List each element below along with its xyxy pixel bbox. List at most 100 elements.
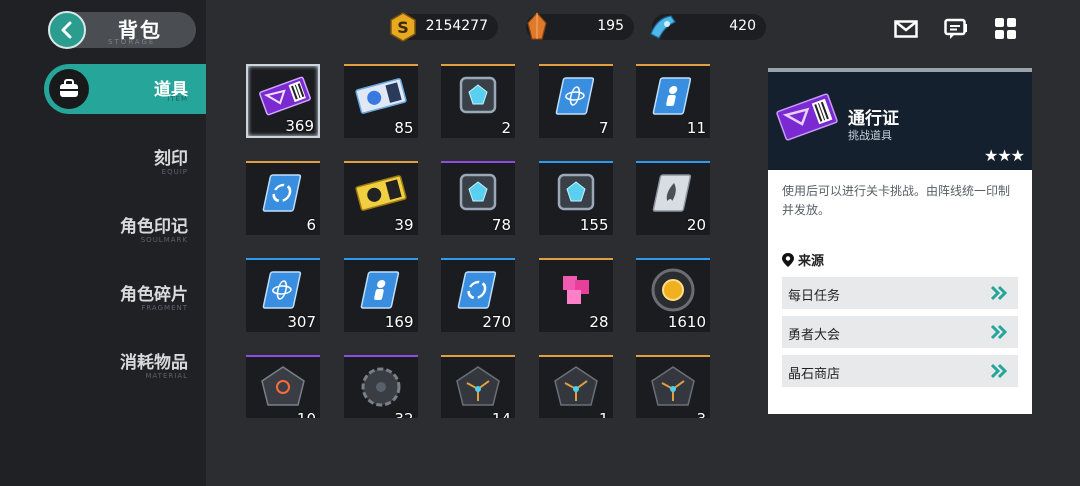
double-chevron-right-icon (990, 285, 1008, 301)
item-count: 307 (287, 313, 316, 331)
currency-blue-crystal[interactable]: 420 (650, 14, 766, 40)
item-slot[interactable]: 85 (343, 64, 418, 138)
header-bar: 背包 STORAGE (48, 11, 196, 49)
source-label: 勇者大会 (788, 328, 841, 343)
currency-orange-crystal[interactable]: 195 (526, 12, 634, 40)
gold-ticket-icon (354, 175, 407, 211)
source-label: 晶石商店 (788, 367, 841, 382)
item-slot[interactable]: 20 (636, 161, 710, 235)
item-slot[interactable]: 1610 (636, 258, 710, 332)
item-count: 2 (501, 119, 511, 137)
item-slot[interactable]: 369 (246, 64, 320, 138)
location-pin-icon (782, 252, 794, 267)
crystal-cube-icon (459, 173, 497, 211)
crystal-cube-icon (557, 173, 594, 211)
source-hero-tournament-button[interactable]: 勇者大会 (782, 316, 1018, 348)
crystal-cube-icon (459, 76, 497, 114)
item-count: 28 (589, 313, 609, 331)
item-count: 39 (394, 216, 414, 234)
currency-value: 2154277 (425, 18, 488, 34)
sidebar-item-soulmark[interactable]: 角色印记 SOULMARK (120, 212, 188, 244)
item-slot[interactable]: 3 (636, 355, 710, 418)
source-label: 每日任务 (788, 289, 841, 304)
sidebar-item-sublabel: ITEM (167, 95, 188, 103)
atom-book-icon (262, 271, 302, 309)
mail-icon[interactable] (894, 18, 918, 40)
item-slot[interactable]: 10 (246, 355, 320, 418)
source-daily-mission-button[interactable]: 每日任务 (782, 277, 1018, 309)
source-heading: 来源 (782, 250, 824, 269)
purple-ticket-icon (776, 93, 838, 141)
sidebar-item-label: 角色印记 (120, 217, 188, 237)
figure-book-icon (652, 77, 692, 115)
currency-gold[interactable]: S 2154277 (390, 12, 498, 42)
item-count: 32 (394, 410, 413, 418)
gold-orb-icon (651, 268, 695, 312)
chip-icon (261, 366, 305, 406)
item-count: 169 (384, 313, 414, 331)
item-slot[interactable]: 6 (246, 161, 320, 235)
figure-book-icon (360, 271, 399, 309)
item-slot[interactable]: 78 (441, 161, 515, 235)
circuit-chip-icon (456, 366, 500, 406)
item-count: 78 (491, 216, 511, 234)
blue-ticket-icon (354, 78, 407, 114)
item-slot[interactable]: 28 (538, 258, 613, 332)
double-chevron-right-icon (990, 324, 1008, 340)
chat-icon[interactable] (944, 18, 968, 40)
detail-description: 使用后可以进行关卡挑战。由阵线统一印制并发放。 (782, 184, 1011, 217)
item-slot[interactable]: 169 (343, 258, 418, 332)
sidebar-item-sublabel: SOULMARK (140, 236, 188, 244)
item-slot[interactable]: 270 (441, 258, 515, 332)
source-crystal-shop-button[interactable]: 晶石商店 (782, 355, 1018, 387)
sidebar-item-fragment[interactable]: 角色碎片 FRAGMENT (120, 280, 188, 312)
purple-ticket-icon (259, 76, 311, 116)
double-chevron-right-icon (990, 363, 1008, 379)
item-count: 369 (285, 117, 314, 135)
item-count: 85 (394, 119, 414, 137)
detail-item-name: 通行证 (848, 109, 899, 129)
item-count: 155 (579, 216, 609, 234)
orange-crystal-icon (520, 10, 554, 44)
item-count: 14 (492, 410, 511, 418)
item-slot[interactable]: 155 (538, 161, 613, 235)
item-slot[interactable]: 39 (343, 161, 418, 235)
sidebar-item-label: 角色碎片 (120, 285, 188, 305)
item-slot[interactable]: 32 (343, 355, 418, 418)
source-heading-label: 来源 (798, 254, 825, 269)
sidebar-item-material[interactable]: 消耗物品 MATERIAL (120, 348, 188, 380)
sidebar-item-sublabel: EQUIP (161, 168, 188, 176)
item-slot[interactable]: 1 (538, 355, 613, 418)
atom-book-icon (555, 77, 594, 115)
swirl-book-icon (457, 271, 497, 309)
page-subtitle: STORAGE (108, 38, 156, 46)
item-count: 6 (306, 216, 316, 234)
svg-text:S: S (397, 18, 409, 37)
detail-item-type: 挑战道具 (848, 129, 892, 142)
sidebar-item-label: 刻印 (154, 149, 188, 169)
item-count: 10 (297, 410, 316, 418)
swirl-book-icon (262, 174, 302, 212)
item-slot[interactable]: 11 (636, 64, 710, 138)
currency-value: 195 (597, 18, 624, 34)
sidebar-item-sublabel: MATERIAL (145, 372, 188, 380)
item-slot[interactable]: 14 (441, 355, 515, 418)
item-detail-panel: 通行证 挑战道具 ★★★ 使用后可以进行关卡挑战。由阵线统一印制并发放。 来源 … (768, 68, 1032, 414)
item-slot[interactable]: 307 (246, 258, 320, 332)
sidebar-item-equip[interactable]: 刻印 EQUIP (154, 144, 188, 176)
flame-book-icon (652, 174, 692, 212)
back-button[interactable] (48, 11, 86, 49)
circuit-chip-icon (651, 366, 695, 406)
circuit-chip-icon (553, 366, 598, 406)
item-count: 1610 (667, 313, 706, 331)
sidebar-item-items[interactable]: 道具 ITEM (44, 64, 206, 114)
sidebar: 背包 STORAGE 道具 ITEM 刻印 EQUIP 角色印记 SOULMAR… (0, 0, 206, 486)
rarity-stars: ★★★ (983, 146, 1025, 165)
item-slot[interactable]: 7 (538, 64, 613, 138)
item-count: 7 (598, 119, 609, 137)
menu-grid-icon[interactable] (994, 18, 1018, 40)
item-slot[interactable]: 2 (441, 64, 515, 138)
currency-value: 420 (729, 18, 756, 34)
item-grid: 369 85 2 7 11 6 39 78 155 20 307 169 270 28 1610 10 32 14… (246, 64, 716, 418)
item-count: 20 (686, 216, 706, 234)
